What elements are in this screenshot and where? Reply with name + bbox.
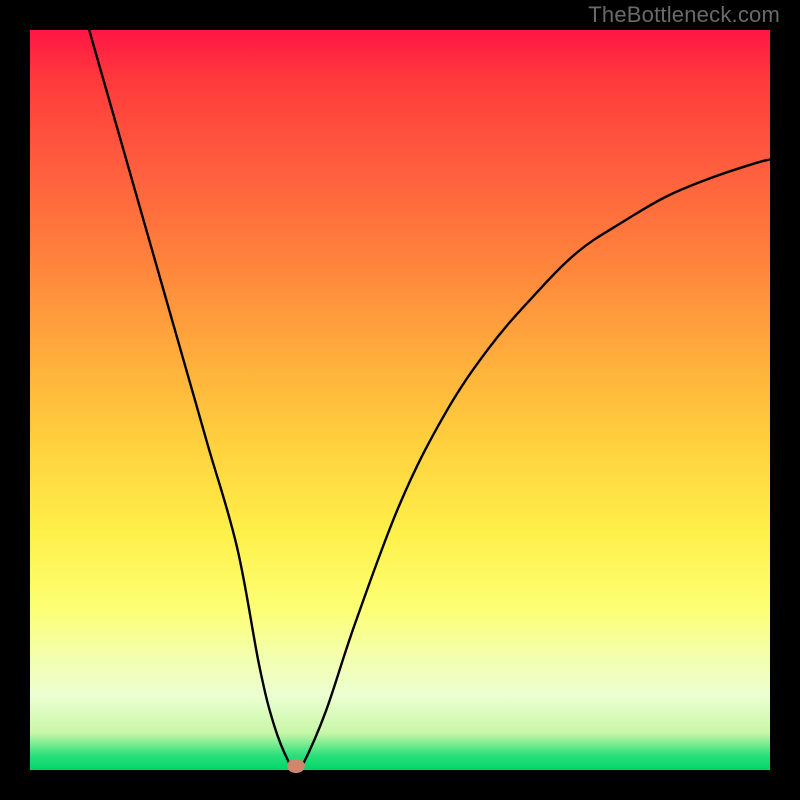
plot-area (30, 30, 770, 770)
optimum-marker (287, 759, 305, 773)
bottleneck-curve (30, 30, 770, 770)
chart-frame: TheBottleneck.com (0, 0, 800, 800)
watermark-text: TheBottleneck.com (588, 2, 780, 28)
